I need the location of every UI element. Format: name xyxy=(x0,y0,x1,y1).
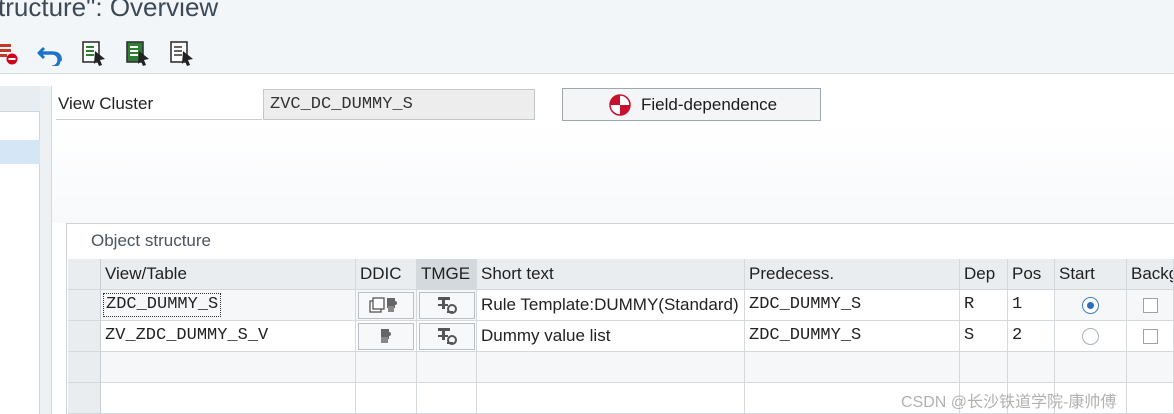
content-area xyxy=(52,123,1174,223)
empty-cell[interactable] xyxy=(960,352,1008,383)
ddic-icon xyxy=(369,297,397,313)
empty-cell[interactable] xyxy=(101,352,356,383)
dialog-structure-header xyxy=(0,86,40,112)
column-header-tmge[interactable]: TMGE xyxy=(417,259,477,290)
ddic-icon xyxy=(381,329,391,343)
start-cell xyxy=(1055,321,1127,352)
select-block-button[interactable] xyxy=(124,39,152,67)
column-header-ddic[interactable]: DDIC xyxy=(356,259,417,290)
ddic-button[interactable] xyxy=(358,291,414,319)
delete-entry-button[interactable] xyxy=(0,39,22,67)
dep-cell[interactable]: R xyxy=(960,290,1008,321)
row-selector[interactable] xyxy=(68,352,101,383)
select-block-icon xyxy=(126,41,149,66)
row-selector[interactable] xyxy=(68,383,101,414)
dep-cell[interactable]: S xyxy=(960,321,1008,352)
empty-cell xyxy=(356,352,417,383)
dialog-structure-panel xyxy=(0,86,40,414)
column-header-view-table[interactable]: View/Table xyxy=(101,259,356,290)
empty-cell xyxy=(356,383,417,414)
object-structure-title: Object structure xyxy=(91,231,211,250)
empty-cell[interactable] xyxy=(477,352,745,383)
field-dependence-label: Field-dependence xyxy=(641,94,778,114)
empty-cell xyxy=(417,352,477,383)
title-bar: tructure": Overview xyxy=(0,0,1174,30)
row-selector[interactable] xyxy=(68,321,101,352)
empty-cell[interactable] xyxy=(745,352,960,383)
watermark: CSDN @长沙铁道学院-康帅傅 xyxy=(901,394,1117,411)
select-all-button[interactable] xyxy=(80,39,108,67)
pos-cell[interactable]: 1 xyxy=(1008,290,1055,321)
tmge-button[interactable] xyxy=(418,322,475,350)
empty-cell[interactable] xyxy=(1008,352,1055,383)
tmge-icon xyxy=(437,328,457,345)
column-header-pos[interactable]: Pos xyxy=(1008,259,1055,290)
column-header-background[interactable]: Backg xyxy=(1127,259,1174,290)
view-cluster-label: View Cluster xyxy=(56,88,262,120)
column-header-dep[interactable]: Dep xyxy=(960,259,1008,290)
start-cell xyxy=(1055,290,1127,321)
ddic-button[interactable] xyxy=(358,322,414,350)
column-header-short-text[interactable]: Short text xyxy=(477,259,745,290)
field-dependence-button[interactable]: Field-dependence xyxy=(562,88,821,121)
background-cell xyxy=(1127,321,1174,352)
empty-cell xyxy=(1055,352,1127,383)
application-toolbar xyxy=(0,30,1174,74)
tmge-cell xyxy=(417,290,477,321)
empty-cell xyxy=(417,383,477,414)
field-dependence-icon xyxy=(609,94,631,116)
predecessor-cell[interactable]: ZDC_DUMMY_S xyxy=(745,290,960,321)
empty-cell[interactable] xyxy=(101,383,356,414)
delete-entry-icon xyxy=(0,44,18,65)
tmge-icon xyxy=(437,297,457,314)
start-radio[interactable] xyxy=(1082,327,1099,345)
background-checkbox[interactable] xyxy=(1142,328,1158,344)
ddic-cell xyxy=(356,290,417,321)
column-header-predecessor[interactable]: Predecess. xyxy=(745,259,960,290)
tmge-cell xyxy=(417,321,477,352)
short-text-cell[interactable]: Rule Template:DUMMY(Standard) xyxy=(477,290,745,321)
select-all-rows-cell[interactable] xyxy=(68,259,101,290)
deselect-all-icon xyxy=(170,41,193,66)
empty-cell xyxy=(1127,352,1174,383)
select-all-icon xyxy=(82,41,105,66)
tmge-button[interactable] xyxy=(418,291,475,319)
undo-icon xyxy=(37,46,62,66)
background-cell xyxy=(1127,290,1174,321)
short-text-cell[interactable]: Dummy value list xyxy=(477,321,745,352)
column-header-start[interactable]: Start xyxy=(1055,259,1127,290)
dialog-structure-selected-node[interactable] xyxy=(0,140,40,164)
view-table-cell[interactable]: ZV_ZDC_DUMMY_S_V xyxy=(101,321,356,352)
window-title: tructure": Overview xyxy=(0,0,219,22)
start-radio[interactable] xyxy=(1082,296,1099,314)
ddic-cell xyxy=(356,321,417,352)
view-cluster-field[interactable]: ZVC_DC_DUMMY_S xyxy=(263,89,535,120)
pos-cell[interactable]: 2 xyxy=(1008,321,1055,352)
view-table-value[interactable]: ZDC_DUMMY_S xyxy=(103,293,222,317)
undo-button[interactable] xyxy=(36,39,64,67)
deselect-all-button[interactable] xyxy=(168,39,196,67)
empty-cell xyxy=(1127,383,1174,414)
background-checkbox[interactable] xyxy=(1142,297,1158,313)
row-selector[interactable] xyxy=(68,290,101,321)
panel-splitter[interactable] xyxy=(40,86,52,414)
empty-cell[interactable] xyxy=(477,383,745,414)
table-row-view-table[interactable]: ZDC_DUMMY_S xyxy=(101,290,356,321)
predecessor-cell[interactable]: ZDC_DUMMY_S xyxy=(745,321,960,352)
